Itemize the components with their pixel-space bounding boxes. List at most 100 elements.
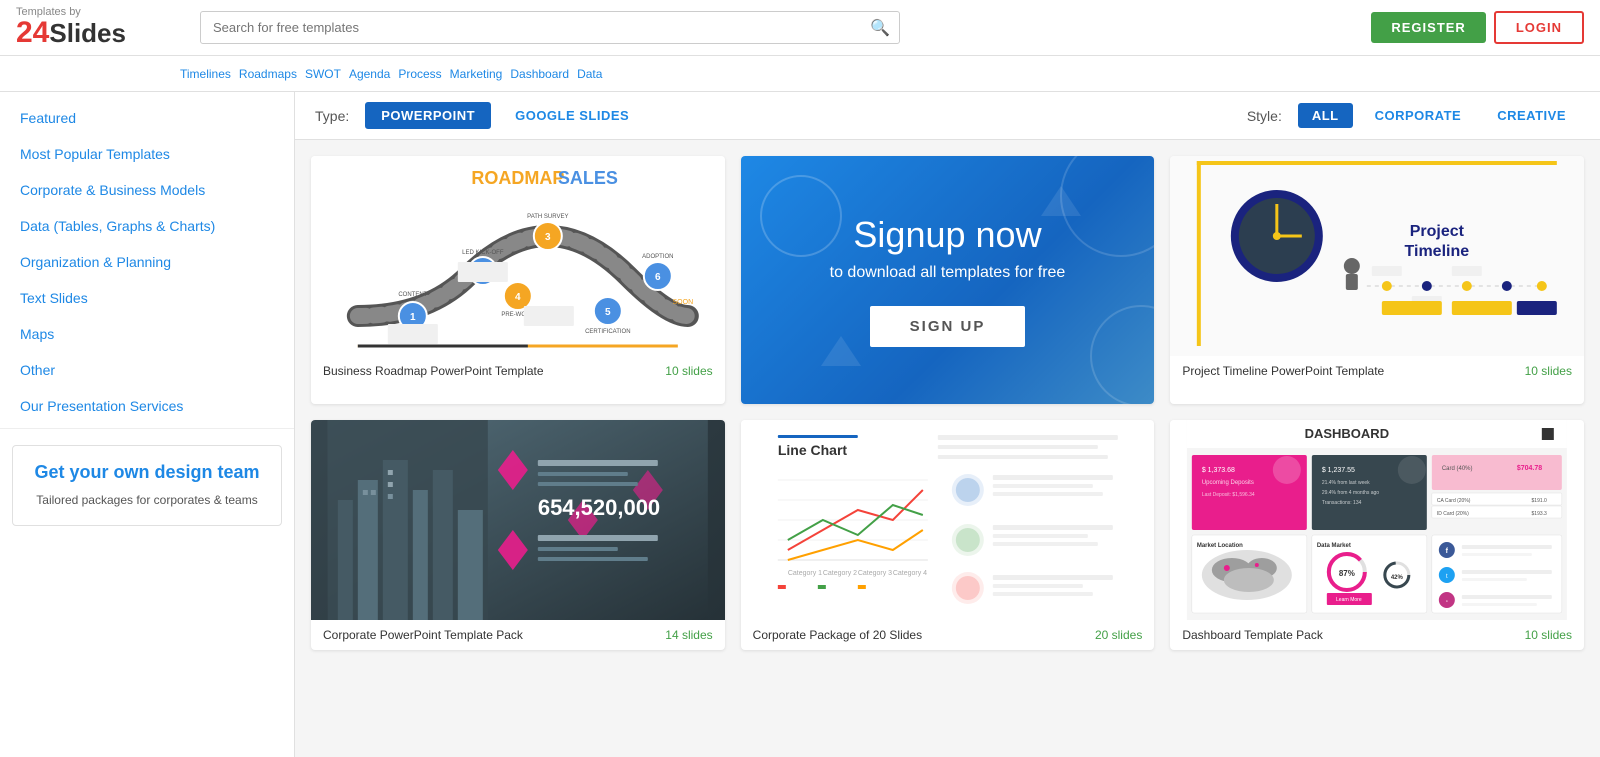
svg-text:3: 3 [545,232,551,243]
svg-text:Category 3: Category 3 [857,570,891,577]
signup-button[interactable]: SIGN UP [870,306,1026,347]
svg-text:Project: Project [1410,223,1465,240]
content-area: Type: POWERPOINT GOOGLE SLIDES Style: AL… [295,92,1600,666]
template-name-timeline: Project Timeline PowerPoint Template [1182,364,1384,378]
template-thumb-roadmap: ROADMAP SALES START SOON 1 2 [311,156,725,356]
style-all-button[interactable]: ALL [1298,103,1353,128]
signup-title: Signup now [853,214,1041,256]
sidebar-item-popular[interactable]: Most Popular Templates [0,136,294,172]
template-slides-timeline: 10 slides [1525,364,1572,378]
svg-text:Category 2: Category 2 [822,570,856,577]
svg-text:87%: 87% [1339,569,1355,578]
style-creative-button[interactable]: CREATIVE [1483,103,1580,128]
logo: Templates by 24 Slides [16,7,176,48]
svg-text:SOON: SOON [673,299,694,306]
svg-text:$704.78: $704.78 [1517,465,1542,472]
tag-swot[interactable]: SWOT [305,67,341,81]
sidebar-item-services[interactable]: Our Presentation Services [0,388,294,424]
svg-text:1: 1 [410,312,416,323]
sidebar-item-text-slides[interactable]: Text Slides [0,280,294,316]
svg-text:START: START [347,299,370,306]
template-card-timeline[interactable]: Project Timeline [1170,156,1584,404]
template-thumb-corporate: 654,520,000 [311,420,725,620]
logo-brand: 24 Slides [16,18,126,48]
template-name-linechart: Corporate Package of 20 Slides [753,628,922,642]
promo-title: Get your own design team [29,462,265,483]
svg-text:Market Location: Market Location [1197,543,1243,549]
logo-number: 24 [16,18,49,48]
tag-data[interactable]: Data [577,67,602,81]
template-thumb-timeline: Project Timeline [1170,156,1584,356]
tag-dashboard[interactable]: Dashboard [510,67,569,81]
logo-slides: Slides [49,20,126,46]
svg-text:SALES: SALES [558,168,618,188]
svg-text:654,520,000: 654,520,000 [538,495,660,520]
search-container: 🔍 [200,11,900,44]
style-label: Style: [1247,108,1282,124]
svg-text:4: 4 [515,292,521,303]
sidebar-promo: Get your own design team Tailored packag… [12,445,282,526]
template-card-dashboard[interactable]: DASHBOARD $ 1,373.68 Upcoming Deposits L… [1170,420,1584,650]
sidebar-item-featured[interactable]: Featured [0,100,294,136]
template-info-dashboard: Dashboard Template Pack 10 slides [1170,620,1584,650]
header-buttons: REGISTER LOGIN [1371,11,1584,44]
svg-text:Category 4: Category 4 [892,570,926,577]
svg-text:Timeline: Timeline [1405,243,1470,260]
filter-bar: Type: POWERPOINT GOOGLE SLIDES Style: AL… [295,92,1600,140]
svg-text:CONTENT: CONTENT [398,292,427,298]
sidebar-item-maps[interactable]: Maps [0,316,294,352]
tag-marketing[interactable]: Marketing [450,67,503,81]
sidebar-item-data[interactable]: Data (Tables, Graphs & Charts) [0,208,294,244]
sidebar: Featured Most Popular Templates Corporat… [0,92,295,757]
svg-text:$ 1,373.68: $ 1,373.68 [1202,467,1235,474]
svg-text:Transactions: 134: Transactions: 134 [1322,500,1362,506]
svg-text:5: 5 [605,307,611,318]
tag-process[interactable]: Process [398,67,441,81]
svg-text:$193.3: $193.3 [1532,511,1548,517]
main-layout: Featured Most Popular Templates Corporat… [0,92,1600,666]
style-corporate-button[interactable]: CORPORATE [1361,103,1476,128]
svg-text:ADOPTION: ADOPTION [642,254,673,260]
tag-agenda[interactable]: Agenda [349,67,390,81]
template-info-roadmap: Business Roadmap PowerPoint Template 10 … [311,356,725,386]
signup-subtitle: to download all templates for free [830,264,1066,282]
search-input[interactable] [200,11,900,44]
svg-text:6: 6 [655,272,661,283]
svg-text:42%: 42% [1391,575,1404,581]
svg-text:Card (40%): Card (40%) [1442,466,1473,472]
template-slides-roadmap: 10 slides [665,364,712,378]
svg-text:Learn More: Learn More [1336,597,1362,603]
sidebar-item-corporate-business[interactable]: Corporate & Business Models [0,172,294,208]
svg-text:CERTIFICATION: CERTIFICATION [585,329,630,335]
template-slides-dashboard: 10 slides [1525,628,1572,642]
tag-timelines[interactable]: Timelines [180,67,231,81]
svg-text:▫: ▫ [1446,599,1448,605]
svg-text:21.4% from last week: 21.4% from last week [1322,480,1370,486]
login-button[interactable]: LOGIN [1494,11,1584,44]
svg-text:29.4% from 4 months ago: 29.4% from 4 months ago [1322,490,1379,496]
svg-text:$191.0: $191.0 [1532,498,1548,504]
svg-text:Upcoming Deposits: Upcoming Deposits [1202,480,1254,486]
template-card-signup[interactable]: Signup now to download all templates for… [741,156,1155,404]
svg-text:DASHBOARD: DASHBOARD [1305,426,1390,441]
type-powerpoint-button[interactable]: POWERPOINT [365,102,491,129]
type-label: Type: [315,108,349,124]
signup-card: Signup now to download all templates for… [741,156,1155,404]
svg-text:$ 1,237.55: $ 1,237.55 [1322,467,1355,474]
search-icon[interactable]: 🔍 [870,18,890,38]
type-google-slides-button[interactable]: GOOGLE SLIDES [499,102,645,129]
template-card-corporate[interactable]: 654,520,000 Corporate PowerPoint Templat… [311,420,725,650]
svg-text:Line Chart: Line Chart [777,442,847,458]
template-card-roadmap[interactable]: ROADMAP SALES START SOON 1 2 [311,156,725,404]
sidebar-item-org-planning[interactable]: Organization & Planning [0,244,294,280]
template-name-roadmap: Business Roadmap PowerPoint Template [323,364,544,378]
template-thumb-linechart: Line Chart [741,420,1155,620]
svg-text:CA Card (20%): CA Card (20%) [1437,498,1471,504]
svg-text:Category 1: Category 1 [787,570,821,577]
register-button[interactable]: REGISTER [1371,12,1485,43]
sidebar-item-other[interactable]: Other [0,352,294,388]
template-card-linechart[interactable]: Line Chart [741,420,1155,650]
svg-text:Last Deposit: $1,596.34: Last Deposit: $1,596.34 [1202,492,1255,498]
tag-roadmaps[interactable]: Roadmaps [239,67,297,81]
template-grid: ROADMAP SALES START SOON 1 2 [295,140,1600,666]
